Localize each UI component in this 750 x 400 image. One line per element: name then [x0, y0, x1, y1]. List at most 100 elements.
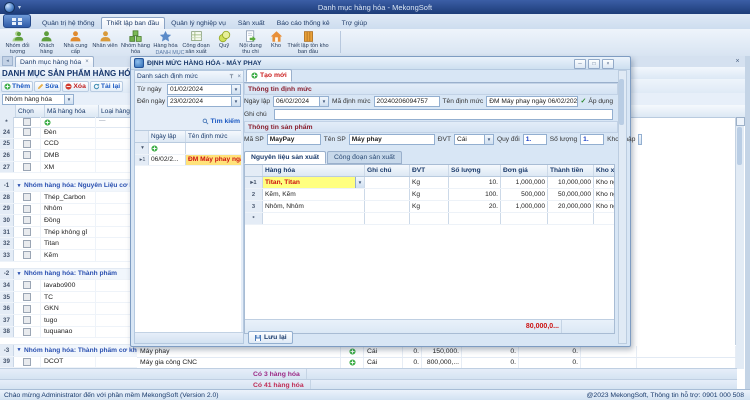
catalog-row[interactable]: 28Thép_Carbon: [0, 192, 137, 204]
close-button[interactable]: ×: [602, 59, 614, 69]
ribbon-tab[interactable]: Sản xuất: [232, 17, 271, 29]
grid-col-0[interactable]: Hàng hóa: [263, 165, 365, 176]
chevron-down-icon[interactable]: ▼: [484, 135, 493, 144]
row-checkbox[interactable]: [23, 205, 31, 213]
chevron-down-icon[interactable]: ▼: [231, 97, 240, 106]
catalog-row[interactable]: 25CCD: [0, 139, 137, 151]
ngay-lap-field[interactable]: 06/02/2024▼: [273, 96, 329, 107]
list-filter-row[interactable]: ▾: [135, 143, 241, 155]
edit-button[interactable]: Sửa: [34, 81, 61, 92]
maximize-button[interactable]: □: [588, 59, 600, 69]
catalog-row[interactable]: 37tugo: [0, 315, 137, 327]
search-button[interactable]: Tìm kiếm: [202, 118, 240, 125]
row-checkbox[interactable]: [23, 281, 31, 289]
catalog-row[interactable]: 33Kẽm: [0, 250, 137, 262]
ribbon-button-people-group[interactable]: Nhóm đối tượng: [2, 29, 33, 55]
catalog-row[interactable]: 24Đèn: [0, 127, 137, 139]
column-chooser-button[interactable]: [736, 117, 745, 126]
row-checkbox[interactable]: [23, 251, 31, 259]
catalog-row[interactable]: 30Đồng: [0, 215, 137, 227]
tab-nguyen-lieu-san-xuat[interactable]: Nguyên liệu sản xuất: [244, 151, 326, 164]
tab-cong-doan-san-xuat[interactable]: Công đoạn sản xuất: [327, 151, 402, 164]
row-checkbox[interactable]: [23, 128, 31, 136]
collapse-icon[interactable]: ▾: [14, 183, 24, 189]
catalog-row[interactable]: 39DCOT: [0, 357, 137, 369]
row-checkbox[interactable]: [23, 151, 31, 159]
ghi-chu-field[interactable]: [274, 109, 613, 120]
group-row[interactable]: -2▾Nhóm hàng hóa: Thành phẩm: [0, 269, 137, 281]
row-checkbox[interactable]: [23, 193, 31, 201]
add-button[interactable]: Thêm: [1, 81, 33, 92]
ma-sp-field[interactable]: MayPay: [267, 134, 321, 145]
bom-title-bar[interactable]: ĐỊNH MỨC HÀNG HÓA - MÁY PHAY ─ □ ×: [131, 57, 630, 70]
document-tab[interactable]: Danh mục hàng hóa ×: [15, 56, 94, 67]
ribbon-button-warehouse[interactable]: Kho: [266, 29, 286, 55]
row-checkbox[interactable]: [23, 316, 31, 324]
col-ngay-lap[interactable]: Ngày lập: [149, 131, 186, 142]
minimize-button[interactable]: ─: [574, 59, 586, 69]
material-row[interactable]: ▸1Titan, Titan▼Kg10.1,000,00010,000,000K…: [245, 177, 614, 189]
col-chon[interactable]: Chọn: [16, 105, 45, 117]
collapse-icon[interactable]: ▾: [14, 271, 24, 277]
ribbon-button-receipt[interactable]: Nội dung thu chi: [235, 29, 266, 55]
material-row[interactable]: 3Nhôm, NhômKg20.1,000,00020,000,000Kho n…: [245, 201, 614, 213]
kho-nhap-field[interactable]: ▼: [638, 134, 642, 145]
panel-close-icon[interactable]: ×: [237, 74, 241, 80]
grid-col-2[interactable]: ĐVT: [410, 165, 449, 176]
chevron-down-icon[interactable]: ▼: [638, 135, 641, 144]
row-checkbox[interactable]: [23, 216, 31, 224]
group-row[interactable]: -3▾Nhóm hàng hóa: Thành phẩm cơ khí: [0, 345, 137, 357]
ten-dinh-muc-field[interactable]: ĐM Máy phay ngày 06/02/2024: [486, 96, 577, 107]
catalog-row[interactable]: 26DMB: [0, 150, 137, 162]
row-checkbox[interactable]: [23, 140, 31, 148]
chevron-down-icon[interactable]: ▼: [64, 95, 73, 104]
ribbon-button-customer[interactable]: Khách hàng: [33, 29, 60, 55]
save-button[interactable]: Lưu lại: [248, 331, 293, 344]
row-checkbox[interactable]: [23, 240, 31, 248]
catalog-row[interactable]: 27XM: [0, 162, 137, 174]
tab-scroll-button[interactable]: ◂: [2, 56, 13, 66]
row-checkbox[interactable]: [23, 293, 31, 301]
grid-col-6[interactable]: Kho xuất: [594, 165, 614, 176]
col-ten-dinh-muc[interactable]: Tên định mức: [186, 131, 241, 142]
scrollbar-thumb[interactable]: [737, 127, 742, 165]
ribbon-tab[interactable]: Thiết lập ban đầu: [101, 17, 166, 29]
chevron-down-icon[interactable]: ▼: [319, 97, 328, 106]
add-row-icon[interactable]: [151, 145, 158, 152]
scrollbar-thumb[interactable]: [619, 79, 624, 125]
material-new-row[interactable]: *: [245, 213, 614, 225]
vertical-scrollbar[interactable]: [735, 117, 744, 369]
row-checkbox[interactable]: [23, 328, 31, 336]
row-checkbox[interactable]: [23, 163, 31, 171]
tab-tao-moi[interactable]: Tạo mới: [246, 69, 292, 82]
grid-col-1[interactable]: Ghi chú: [365, 165, 410, 176]
delete-button[interactable]: Xóa: [62, 81, 88, 92]
catalog-row[interactable]: 31Thép không gỉ: [0, 227, 137, 239]
catalog-row[interactable]: 29Nhôm: [0, 204, 137, 216]
chevron-down-icon[interactable]: ▼: [231, 85, 240, 94]
ribbon-button-employee[interactable]: Nhân viên: [91, 29, 119, 55]
ap-dung-checkbox[interactable]: ✓Áp dụng: [581, 97, 613, 105]
row-checkbox[interactable]: [23, 358, 31, 366]
tab-close-icon[interactable]: ×: [85, 59, 89, 65]
row-checkbox[interactable]: [23, 118, 31, 126]
ma-dinh-muc-field[interactable]: 20240206094757: [374, 96, 440, 107]
from-date-field[interactable]: 01/02/2024▼: [167, 84, 241, 95]
so-luong-field[interactable]: 1.: [580, 134, 604, 145]
reload-button[interactable]: Tải lại: [90, 81, 123, 92]
ribbon-button-initial-stock[interactable]: Thiết lập tồn kho ban đầu: [286, 29, 330, 55]
bom-list-row[interactable]: ▸1 06/02/2... ĐM Máy phay ngà...: [135, 155, 241, 167]
material-row[interactable]: 2Kẽm, KẽmKg100.500,00050,000,000Kho nguy…: [245, 189, 614, 201]
collapse-icon[interactable]: ▾: [14, 347, 24, 353]
chevron-down-icon[interactable]: ▼: [355, 177, 364, 188]
application-menu-button[interactable]: [3, 14, 31, 28]
visible-grid-row[interactable]: Máy phayCái0.150,000.0.0.: [137, 346, 736, 358]
catalog-row[interactable]: 32Titan: [0, 238, 137, 250]
grid-col-4[interactable]: Đơn giá: [501, 165, 548, 176]
pin-icon[interactable]: [228, 73, 235, 80]
group-filter-combo[interactable]: Nhóm hàng hóa▼: [2, 94, 74, 105]
ribbon-tab[interactable]: Báo cáo thống kê: [271, 17, 336, 29]
document-close-button[interactable]: ×: [733, 57, 742, 66]
to-date-field[interactable]: 23/02/2024▼: [167, 96, 241, 107]
editor-scrollbar[interactable]: [618, 70, 627, 344]
